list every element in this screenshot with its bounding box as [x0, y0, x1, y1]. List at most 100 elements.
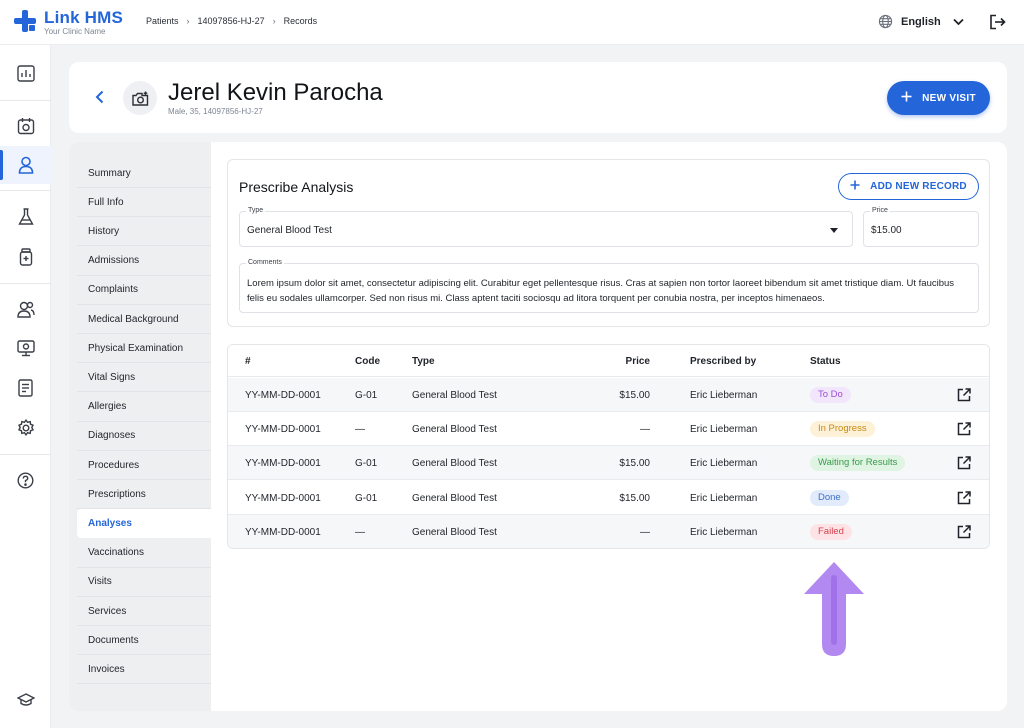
rail-education[interactable]: [0, 681, 51, 719]
logout-icon[interactable]: [989, 14, 1006, 30]
prescribe-analysis-form: Prescribe Analysis ADD NEW RECORD Type G…: [227, 159, 990, 327]
side-rail: [0, 45, 51, 728]
subnav-item-summary[interactable]: Summary: [77, 159, 211, 188]
subnav-item-documents[interactable]: Documents: [77, 626, 211, 656]
language-selector[interactable]: English: [878, 14, 964, 29]
table-row[interactable]: YY-MM-DD-0001 — General Blood Test — Eric Li…: [228, 514, 989, 548]
logo-cross-icon: [14, 10, 36, 32]
cell-type: General Blood Test: [412, 390, 497, 401]
cell-price: $15.00: [619, 492, 650, 504]
subnav-item-full-info[interactable]: Full Info: [77, 188, 211, 218]
comments-label: Comments: [246, 259, 284, 266]
add-new-record-button[interactable]: ADD NEW RECORD: [838, 173, 979, 200]
chevron-right-icon: ›: [186, 16, 190, 26]
rail-appointments[interactable]: [0, 107, 51, 145]
rail-help[interactable]: [0, 461, 51, 499]
open-external-icon[interactable]: [957, 422, 971, 436]
subnav-item-complaints[interactable]: Complaints: [77, 276, 211, 305]
records-panel: Summary Full Info History Admissions Complai…: [69, 142, 1007, 711]
cell-code: —: [355, 526, 365, 538]
rail-dashboard[interactable]: [0, 54, 51, 92]
rail-monitor[interactable]: [0, 329, 51, 367]
subnav-item-prescriptions[interactable]: Prescriptions: [77, 480, 211, 510]
subnav-item-admissions[interactable]: Admissions: [77, 247, 211, 276]
rail-reports[interactable]: [0, 369, 51, 407]
subnav-item-services[interactable]: Services: [77, 597, 211, 626]
cell-type: General Blood Test: [412, 526, 497, 538]
help-icon: [17, 471, 34, 489]
chevron-left-icon: [95, 90, 103, 104]
subnav-item-vaccinations[interactable]: Vaccinations: [77, 539, 211, 568]
breadcrumb-patient-id[interactable]: 14097856-HJ-27: [198, 16, 265, 26]
cell-code: G-01: [355, 492, 378, 504]
add-new-record-label: ADD NEW RECORD: [870, 181, 967, 192]
header-code: Code: [355, 356, 380, 367]
cell-id: YY-MM-DD-0001: [245, 458, 321, 470]
patient-header: Jerel Kevin Parocha Male, 35, 14097856-H…: [69, 62, 1007, 133]
cell-id: YY-MM-DD-0001: [245, 424, 321, 436]
subnav-item-invoices[interactable]: Invoices: [77, 655, 211, 685]
subnav-item-medical-background[interactable]: Medical Background: [77, 305, 211, 334]
cell-code: G-01: [355, 390, 378, 401]
chevron-right-icon: ›: [272, 16, 276, 26]
table-row[interactable]: YY-MM-DD-0001 — General Blood Test — Eric Li…: [228, 412, 989, 447]
patient-icon: [18, 156, 33, 174]
table-row[interactable]: YY-MM-DD-0001 G-01 General Blood Test $15.0…: [228, 481, 989, 515]
rail-pharmacy[interactable]: [0, 238, 51, 276]
subnav-item-procedures[interactable]: Procedures: [77, 451, 211, 480]
monitor-icon: [16, 339, 35, 356]
cell-type: General Blood Test: [412, 424, 497, 436]
app-name: Link HMS: [44, 8, 124, 27]
chevron-down-icon: [953, 18, 964, 25]
app-logo[interactable]: Link HMS Your Clinic Name: [14, 9, 123, 36]
subnav-item-diagnoses[interactable]: Diagnoses: [77, 422, 211, 451]
table-row[interactable]: YY-MM-DD-0001 G-01 General Blood Test $15.0…: [228, 378, 989, 412]
settings-icon: [17, 419, 34, 436]
open-external-icon[interactable]: [957, 490, 971, 505]
rail-patients[interactable]: [0, 146, 51, 184]
type-select[interactable]: Type General Blood Test: [239, 207, 853, 247]
status-badge: To Do: [810, 387, 851, 403]
dashboard-icon: [16, 64, 35, 82]
subnav-item-physical-examination[interactable]: Physical Examination: [77, 334, 211, 364]
subnav-item-vital-signs[interactable]: Vital Signs: [77, 363, 211, 393]
rail-settings[interactable]: [0, 409, 51, 447]
annotation-arrow-up-icon: [804, 562, 864, 656]
subnav-item-history[interactable]: History: [77, 217, 211, 247]
cell-code: —: [355, 424, 365, 436]
caret-down-icon: [830, 228, 838, 233]
open-external-icon[interactable]: [957, 388, 971, 402]
clinic-name: Your Clinic Name: [44, 27, 106, 36]
medicine-bottle-icon: [19, 248, 32, 266]
subnav-item-analyses[interactable]: Analyses: [77, 509, 211, 539]
table-row[interactable]: YY-MM-DD-0001 G-01 General Blood Test $15.0…: [228, 446, 989, 481]
subnav-item-visits[interactable]: Visits: [77, 568, 211, 597]
open-external-icon[interactable]: [957, 456, 971, 470]
new-visit-label: NEW VISIT: [922, 92, 976, 104]
new-visit-button[interactable]: NEW VISIT: [887, 81, 990, 115]
staff-icon: [16, 301, 35, 318]
status-badge: Done: [810, 489, 849, 506]
avatar[interactable]: [123, 81, 157, 115]
top-bar: Link HMS Your Clinic Name Patients › 140…: [0, 0, 1024, 45]
cell-id: YY-MM-DD-0001: [245, 390, 321, 401]
lab-flask-icon: [17, 208, 34, 225]
back-button[interactable]: [89, 86, 109, 108]
table-header: # Code Type Price Prescribed by Status: [228, 345, 989, 377]
cell-code: G-01: [355, 458, 378, 470]
report-icon: [18, 379, 33, 397]
open-external-icon[interactable]: [957, 525, 971, 539]
status-badge: In Progress: [810, 421, 875, 438]
camera-plus-icon: [131, 91, 148, 106]
price-label: Price: [870, 207, 890, 214]
rail-staff[interactable]: [0, 290, 51, 328]
price-field[interactable]: Price $15.00: [863, 207, 979, 247]
cell-prescribed-by: Eric Lieberman: [690, 390, 758, 401]
rail-laboratory[interactable]: [0, 198, 51, 236]
breadcrumb-patients[interactable]: Patients: [146, 16, 179, 26]
cell-id: YY-MM-DD-0001: [245, 492, 321, 504]
cell-prescribed-by: Eric Lieberman: [690, 526, 758, 538]
comments-field[interactable]: Comments Lorem ipsum dolor sit amet, con…: [239, 259, 979, 313]
subnav-item-allergies[interactable]: Allergies: [77, 393, 211, 422]
language-label: English: [901, 15, 941, 28]
